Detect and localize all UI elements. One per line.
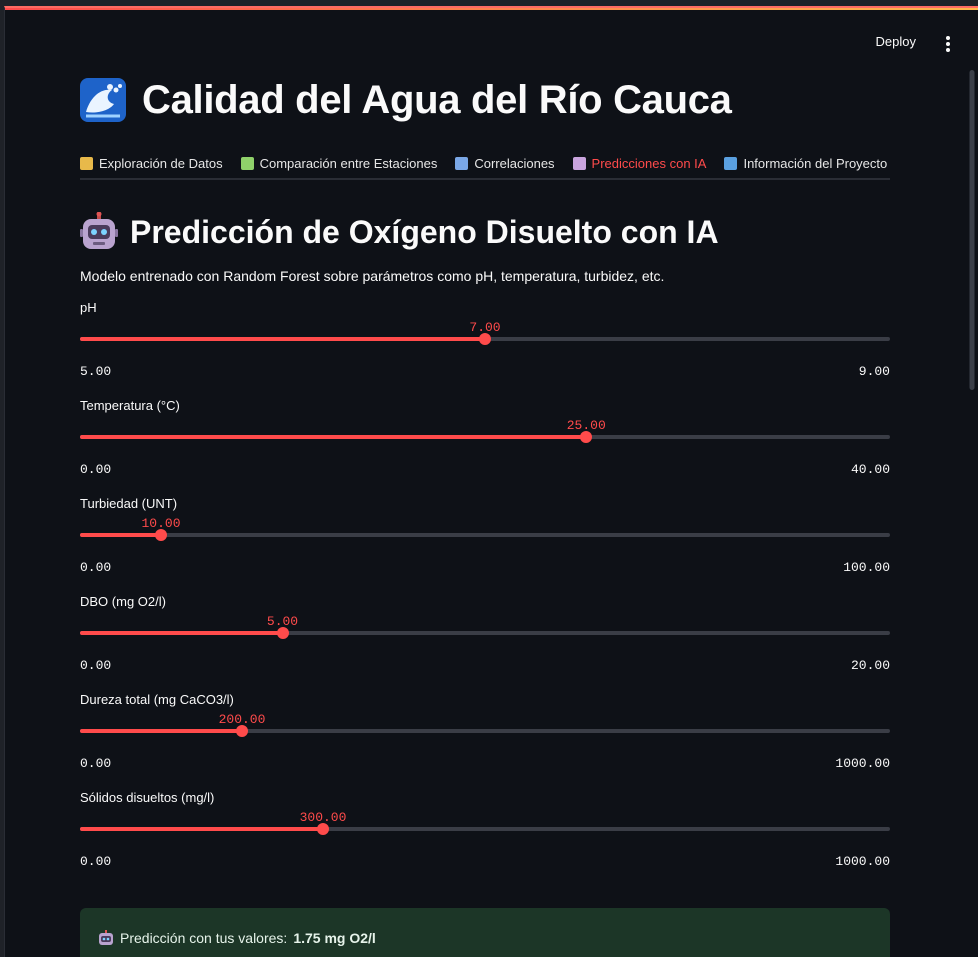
slider-list: pH 7.00 5.00 9.00 Temperatura (°C) 25.00 0.00 4… [80,300,890,872]
tab-correlaciones[interactable]: Correlaciones [455,148,555,178]
section-description: Modelo entrenado con Random Forest sobre… [80,268,665,284]
slider-3: DBO (mg O2/l) 5.00 0.00 20.00 [80,594,890,676]
slider-label: Turbiedad (UNT) [80,496,178,511]
slider-range: 0.00 20.00 [80,658,890,673]
result-prefix: Predicción con tus valores: [120,930,288,946]
slider-min: 5.00 [80,364,112,379]
slider-4: Dureza total (mg CaCO3/l) 200.00 0.00 1000.… [80,692,890,774]
book-icon [724,156,738,170]
slider-label: Temperatura (°C) [80,398,180,413]
main-content: Calidad del Agua del Río Cauca Exploraci… [80,70,890,872]
magnifier-icon [455,156,469,170]
slider-label: Sólidos disueltos (mg/l) [80,790,215,805]
slider-min: 0.00 [80,658,112,673]
result-value: 1.75 mg O2/l [293,930,376,946]
slider-1: Temperatura (°C) 25.00 0.00 40.00 [80,398,890,480]
slider-max: 1000.00 [835,854,890,869]
slider-min: 0.00 [80,756,112,771]
scrollbar[interactable] [969,64,978,394]
slider-min: 0.00 [80,560,112,575]
slider-thumb[interactable] [276,627,289,639]
slider-fill [80,631,283,635]
slider-max: 40.00 [850,462,890,477]
test-tube-icon [240,156,254,170]
slider-thumb[interactable] [479,333,491,345]
wave-icon [80,78,126,122]
slider-label: DBO (mg O2/l) [80,594,166,609]
app-title: Calidad del Agua del Río Cauca [142,77,732,122]
slider-max: 100.00 [843,560,890,575]
slider-max: 9.00 [858,364,890,379]
tab-predicciones-con-ia[interactable]: Predicciones con IA [572,148,707,178]
robot-icon [99,930,113,945]
slider-label: Dureza total (mg CaCO3/l) [80,692,234,707]
deploy-button[interactable]: Deploy [876,34,916,49]
slider-control[interactable]: 7.00 5.00 9.00 [80,318,890,379]
slider-fill [80,827,323,831]
slider-track[interactable] [80,533,890,537]
slider-thumb[interactable] [317,823,329,835]
slider-min: 0.00 [80,854,112,869]
slider-control[interactable]: 200.00 0.00 1000.00 [80,710,890,771]
page-title: Calidad del Agua del Río Cauca [80,70,890,130]
top-decoration-line [5,8,978,10]
slider-control[interactable]: 300.00 0.00 1000.00 [80,808,890,869]
slider-2: Turbiedad (UNT) 10.00 0.00 100.00 [80,496,890,578]
tab-label: Exploración de Datos [99,155,223,171]
bar-chart-icon [80,156,93,170]
slider-control[interactable]: 10.00 0.00 100.00 [80,514,890,575]
slider-range: 0.00 1000.00 [80,854,890,869]
slider-track[interactable] [80,827,890,831]
slider-min: 0.00 [80,462,112,477]
slider-control[interactable]: 5.00 0.00 20.00 [80,612,890,673]
slider-thumb[interactable] [236,725,248,737]
main-menu-icon[interactable] [946,36,950,52]
slider-0: pH 7.00 5.00 9.00 [80,300,890,382]
slider-track[interactable] [80,631,890,635]
slider-label: pH [80,300,97,315]
tab-comparación-entre-estaciones[interactable]: Comparación entre Estaciones [240,148,438,178]
tab-label: Predicciones con IA [591,155,707,171]
tab-información-del-proyecto[interactable]: Información del Proyecto [724,148,887,178]
slider-range: 5.00 9.00 [80,364,890,379]
slider-range: 0.00 40.00 [80,462,890,477]
tab-label: Correlaciones [474,155,555,171]
scrollbar-thumb[interactable] [969,70,975,390]
tab-exploración-de-datos[interactable]: Exploración de Datos [80,148,223,178]
slider-track[interactable] [80,435,890,439]
slider-range: 0.00 1000.00 [80,756,890,771]
robot-icon [572,156,586,170]
slider-max: 20.00 [850,658,890,673]
tab-bar: Exploración de Datos Comparación entre Es… [80,148,890,180]
tab-label: Comparación entre Estaciones [259,155,438,171]
section-heading: Predicción de Oxígeno Disuelto con IA [80,210,890,254]
slider-track[interactable] [80,729,890,733]
tab-label: Información del Proyecto [743,155,888,171]
prediction-result: Predicción con tus valores: 1.75 mg O2/l [80,908,890,957]
section-title: Predicción de Oxígeno Disuelto con IA [130,213,719,250]
slider-control[interactable]: 25.00 0.00 40.00 [80,416,890,477]
slider-fill [80,533,161,537]
slider-fill [80,435,587,439]
slider-fill [80,729,242,733]
slider-fill [80,337,485,341]
robot-icon [80,212,118,249]
slider-thumb[interactable] [155,529,167,541]
slider-range: 0.00 100.00 [80,560,890,575]
slider-thumb[interactable] [580,431,593,443]
slider-max: 1000.00 [835,756,890,771]
slider-5: Sólidos disueltos (mg/l) 300.00 0.00 1000.0… [80,790,890,872]
